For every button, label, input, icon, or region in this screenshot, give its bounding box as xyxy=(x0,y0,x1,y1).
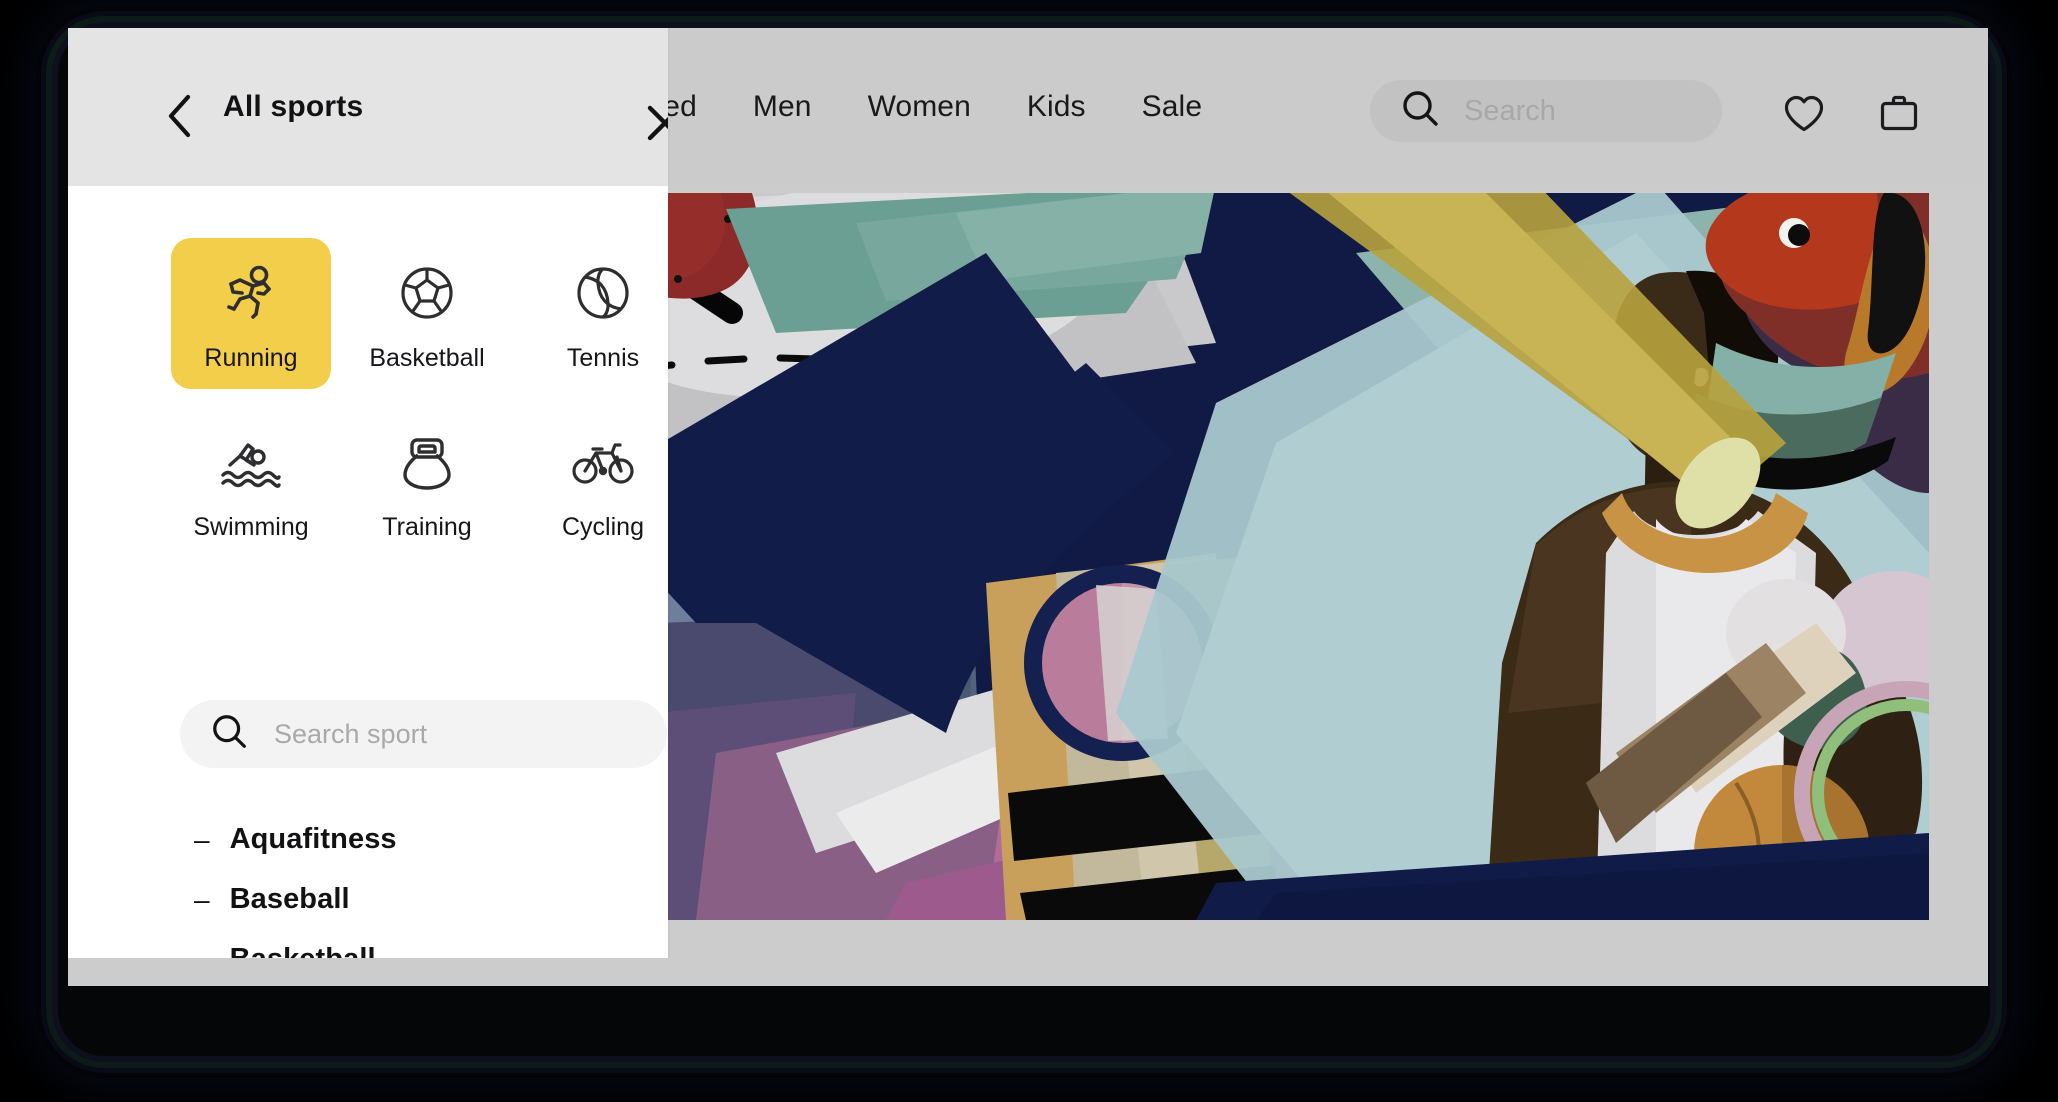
list-bullet: – xyxy=(194,886,210,914)
bicycle-icon xyxy=(572,431,634,493)
hero-illustration: 9 xyxy=(656,193,1929,920)
list-item-label: Baseball xyxy=(230,883,350,916)
close-icon xyxy=(645,130,668,147)
sport-tile-running[interactable]: Running xyxy=(171,238,331,389)
sport-tile-tennis[interactable]: Tennis xyxy=(523,238,668,389)
sport-tile-label: Cycling xyxy=(562,513,644,542)
nav-link-women[interactable]: Women xyxy=(868,90,971,124)
sport-search-input[interactable]: Search sport xyxy=(180,700,667,768)
back-button[interactable] xyxy=(166,94,192,120)
sport-list: – Aquafitness – Baseball – Basketball xyxy=(194,823,644,958)
nav-link-men[interactable]: Men xyxy=(753,90,812,124)
search-icon xyxy=(1400,88,1442,135)
kettlebell-icon xyxy=(396,431,458,493)
browser-viewport: tured Men Women Kids Sale Search xyxy=(68,28,1988,986)
list-item[interactable]: – Basketball xyxy=(194,943,644,958)
running-icon xyxy=(220,262,282,324)
bag-icon xyxy=(1876,123,1922,140)
close-button[interactable] xyxy=(645,103,668,143)
chevron-left-icon xyxy=(166,125,192,142)
global-search-input[interactable]: Search xyxy=(1370,80,1722,142)
sport-tile-label: Training xyxy=(382,513,471,542)
sport-tile-basketball[interactable]: Basketball xyxy=(347,238,507,389)
swimming-icon xyxy=(220,431,282,493)
global-search-placeholder: Search xyxy=(1464,95,1556,128)
sport-tile-swimming[interactable]: Swimming xyxy=(171,407,331,558)
sport-tile-label: Swimming xyxy=(193,513,308,542)
sport-tile-training[interactable]: Training xyxy=(347,407,507,558)
heart-icon xyxy=(1781,123,1827,140)
list-item-label: Basketball xyxy=(230,943,376,958)
nav-link-kids[interactable]: Kids xyxy=(1027,90,1086,124)
sport-tile-label: Tennis xyxy=(567,344,639,373)
list-item-label: Aquafitness xyxy=(230,823,397,856)
sport-tile-label: Running xyxy=(204,344,297,373)
sport-category-grid: Running Basketball xyxy=(171,238,631,558)
nav-link-sale[interactable]: Sale xyxy=(1142,90,1202,124)
panel-header: All sports xyxy=(68,28,668,186)
list-item[interactable]: – Baseball xyxy=(194,883,644,916)
search-icon xyxy=(210,712,250,757)
sport-tile-label: Basketball xyxy=(369,344,484,373)
sport-search-placeholder: Search sport xyxy=(274,719,427,750)
tennis-ball-icon xyxy=(572,262,634,324)
nav-links: tured Men Women Kids Sale xyxy=(628,28,1202,186)
sport-tile-cycling[interactable]: Cycling xyxy=(523,407,668,558)
wishlist-button[interactable] xyxy=(1781,90,1827,136)
all-sports-panel: All sports xyxy=(68,28,668,958)
list-bullet: – xyxy=(194,946,210,959)
cart-button[interactable] xyxy=(1876,90,1922,136)
list-item[interactable]: – Aquafitness xyxy=(194,823,644,856)
soccer-ball-icon xyxy=(396,262,458,324)
list-bullet: – xyxy=(194,826,210,854)
panel-title: All sports xyxy=(223,90,363,124)
